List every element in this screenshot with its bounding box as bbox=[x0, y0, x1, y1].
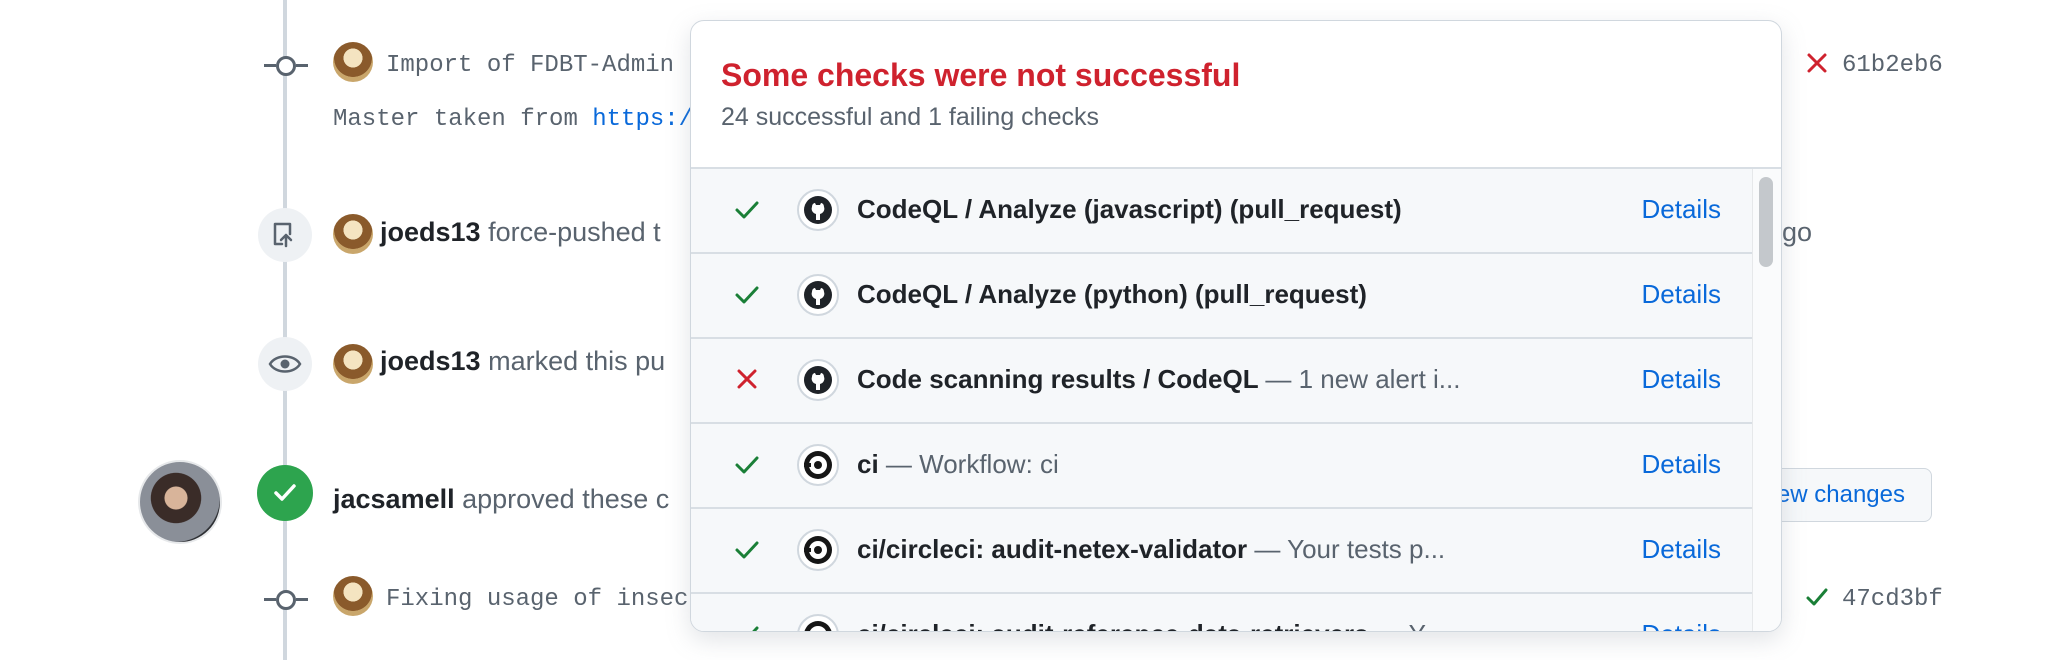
commit-message[interactable]: Fixing usage of insec bbox=[386, 586, 688, 613]
avatar[interactable] bbox=[333, 576, 373, 616]
check-title: ci/circleci: audit-netex-validator bbox=[857, 534, 1248, 564]
ready-event-badge bbox=[258, 337, 312, 391]
approved-badge bbox=[257, 465, 313, 521]
commit-message[interactable]: Import of FDBT-Admin bbox=[386, 52, 674, 79]
avatar[interactable] bbox=[333, 214, 373, 254]
check-row: ci/circleci: audit-netex-validator — You… bbox=[691, 509, 1753, 594]
scrollbar[interactable] bbox=[1752, 169, 1781, 631]
event-user[interactable]: joeds13 bbox=[380, 346, 481, 376]
check-name: ci/circleci: audit-netex-validator — You… bbox=[857, 534, 1445, 565]
check-icon[interactable] bbox=[1804, 584, 1830, 610]
github-icon bbox=[797, 359, 839, 401]
check-row: CodeQL / Analyze (python) (pull_request)… bbox=[691, 254, 1753, 339]
avatar[interactable] bbox=[333, 344, 373, 384]
commit-icon bbox=[264, 56, 308, 76]
reviewer-name[interactable]: jacsamell bbox=[333, 484, 455, 514]
check-name: CodeQL / Analyze (python) (pull_request) bbox=[857, 279, 1367, 309]
commit-sha[interactable]: 61b2eb6 bbox=[1842, 52, 1943, 79]
event-action: marked this pu bbox=[488, 346, 666, 376]
details-link[interactable]: Details bbox=[1642, 194, 1721, 225]
push-event-text: joeds13 force-pushed t bbox=[380, 217, 661, 248]
check-description: — Workflow: ci bbox=[885, 449, 1059, 479]
checks-popover: Some checks were not successful 24 succe… bbox=[690, 20, 1782, 632]
check-icon bbox=[731, 533, 763, 565]
check-name: ci — Workflow: ci bbox=[857, 449, 1059, 480]
event-action: force-pushed t bbox=[488, 217, 661, 247]
check-name: Code scanning results / CodeQL — 1 new a… bbox=[857, 364, 1460, 395]
check-name: ci/circleci: audit-reference-data-retrie… bbox=[857, 619, 1444, 631]
details-link[interactable]: Details bbox=[1642, 449, 1721, 480]
check-row: ci — Workflow: ci Details bbox=[691, 424, 1753, 509]
reviewer-avatar[interactable] bbox=[138, 460, 222, 544]
check-row: CodeQL / Analyze (javascript) (pull_requ… bbox=[691, 169, 1753, 254]
details-link[interactable]: Details bbox=[1642, 364, 1721, 395]
check-name: CodeQL / Analyze (javascript) (pull_requ… bbox=[857, 194, 1402, 224]
checks-list[interactable]: CodeQL / Analyze (javascript) (pull_requ… bbox=[691, 169, 1753, 631]
approval-action: approved these c bbox=[462, 484, 670, 514]
approval-text: jacsamell approved these c bbox=[333, 484, 669, 515]
eye-icon bbox=[268, 355, 302, 373]
github-icon bbox=[797, 274, 839, 316]
ready-event-text: joeds13 marked this pu bbox=[380, 346, 665, 377]
push-event-badge bbox=[258, 208, 312, 262]
view-changes-label: ew changes bbox=[1776, 481, 1905, 508]
details-link[interactable]: Details bbox=[1642, 619, 1721, 631]
commit-icon bbox=[264, 590, 308, 610]
event-time-fragment[interactable]: go bbox=[1782, 217, 1812, 248]
avatar[interactable] bbox=[333, 42, 373, 82]
check-title: ci bbox=[857, 449, 879, 479]
check-icon bbox=[731, 278, 763, 310]
details-link[interactable]: Details bbox=[1642, 279, 1721, 310]
popover-title: Some checks were not successful bbox=[721, 57, 1241, 93]
check-description: — Y... bbox=[1376, 619, 1444, 631]
circleci-icon bbox=[797, 614, 839, 631]
event-user[interactable]: joeds13 bbox=[380, 217, 481, 247]
check-icon bbox=[731, 193, 763, 225]
check-title: Code scanning results / CodeQL bbox=[857, 364, 1259, 394]
repo-push-icon bbox=[273, 222, 293, 248]
check-icon bbox=[274, 484, 296, 501]
commit-body-text: Master taken from bbox=[333, 106, 593, 133]
timeline-line bbox=[283, 0, 287, 660]
commit-sha[interactable]: 47cd3bf bbox=[1842, 586, 1943, 613]
x-icon bbox=[731, 363, 763, 395]
check-row: Code scanning results / CodeQL — 1 new a… bbox=[691, 339, 1753, 424]
circleci-icon bbox=[797, 444, 839, 486]
commit-body-link[interactable]: https:/ bbox=[592, 106, 693, 133]
check-description: — Your tests p... bbox=[1254, 534, 1446, 564]
check-title: ci/circleci: audit-reference-data-retrie… bbox=[857, 619, 1369, 631]
commit-body: Master taken from https:/ bbox=[333, 106, 693, 133]
check-description: — 1 new alert i... bbox=[1265, 364, 1461, 394]
check-icon bbox=[731, 618, 763, 631]
x-icon[interactable] bbox=[1806, 52, 1828, 74]
github-icon bbox=[797, 189, 839, 231]
check-icon bbox=[731, 448, 763, 480]
popover-header: Some checks were not successful 24 succe… bbox=[691, 21, 1781, 169]
popover-subtitle: 24 successful and 1 failing checks bbox=[721, 103, 1099, 131]
details-link[interactable]: Details bbox=[1642, 534, 1721, 565]
circleci-icon bbox=[797, 529, 839, 571]
check-row: ci/circleci: audit-reference-data-retrie… bbox=[691, 594, 1753, 631]
scrollbar-thumb[interactable] bbox=[1759, 177, 1773, 267]
